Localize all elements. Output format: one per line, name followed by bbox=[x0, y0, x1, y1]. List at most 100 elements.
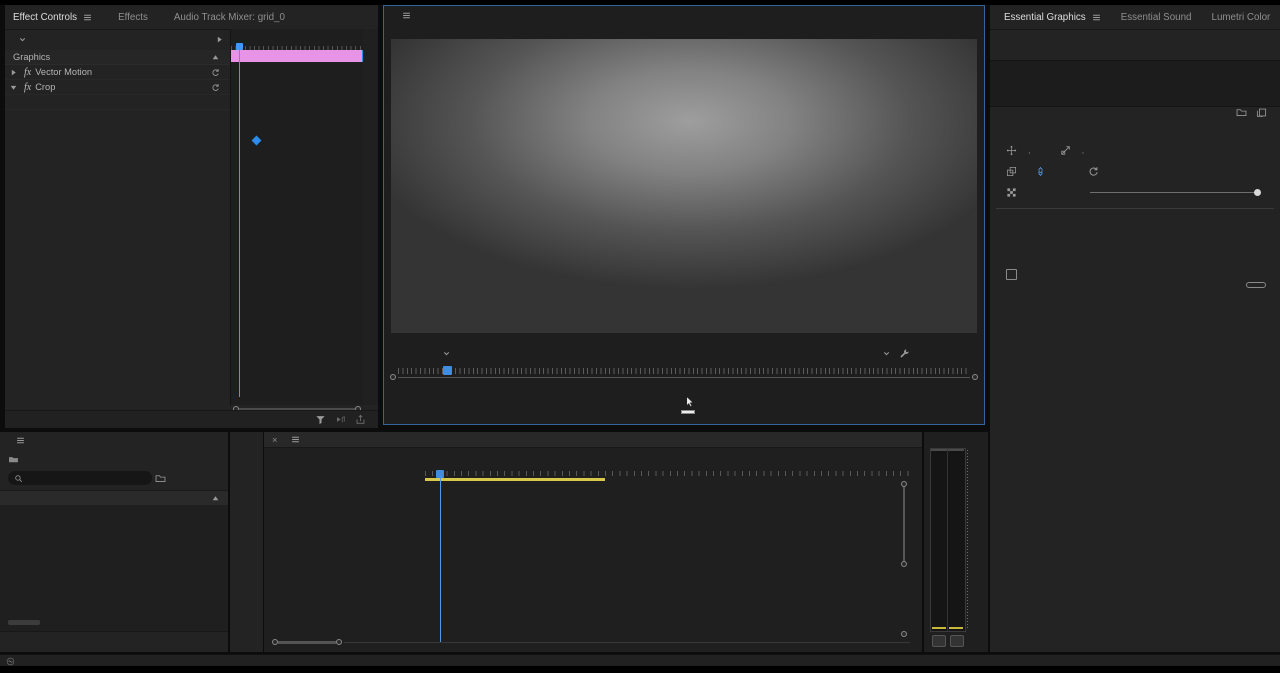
channel-divider bbox=[947, 449, 948, 631]
level-right bbox=[949, 627, 963, 629]
program-monitor-panel bbox=[383, 5, 985, 425]
panel-menu-icon[interactable] bbox=[291, 435, 300, 444]
scrub-handle-left[interactable] bbox=[390, 374, 396, 380]
work-area-bar[interactable] bbox=[425, 478, 605, 481]
tab-effects[interactable]: Effects bbox=[118, 12, 148, 23]
project-panel bbox=[0, 432, 228, 652]
new-bin-icon[interactable] bbox=[155, 473, 166, 484]
bin-icon bbox=[8, 454, 19, 465]
effect-controls-timeline bbox=[230, 29, 364, 405]
ruler-ticks bbox=[425, 471, 909, 476]
panel-menu-icon[interactable] bbox=[402, 11, 411, 20]
meter-cap-left bbox=[931, 449, 947, 451]
roll-row bbox=[990, 267, 1280, 281]
vertical-scrollbar[interactable] bbox=[903, 486, 905, 564]
scrubber-track[interactable] bbox=[398, 377, 970, 378]
effect-row-vector-motion[interactable]: fxVector Motion bbox=[5, 65, 230, 80]
audio-meter[interactable] bbox=[930, 448, 966, 632]
hscroll-track[interactable] bbox=[344, 642, 910, 643]
reset-icon[interactable] bbox=[211, 68, 220, 77]
opacity-icon[interactable] bbox=[1006, 187, 1017, 198]
effect-timeline-ruler[interactable] bbox=[231, 29, 364, 51]
project-title-row bbox=[8, 436, 25, 445]
graphics-layer-list bbox=[990, 60, 1280, 107]
panel-menu-icon[interactable] bbox=[16, 436, 25, 445]
meter-cap-right bbox=[948, 449, 964, 451]
tab-audio-track-mixer-grid-0[interactable]: Audio Track Mixer: grid_0 bbox=[174, 12, 285, 23]
section-header-graphics[interactable]: Graphics bbox=[5, 50, 230, 65]
project-search-input[interactable] bbox=[8, 471, 152, 485]
tab-effect-controls[interactable]: Effect Controls bbox=[13, 12, 92, 23]
vscroll-handle-audio[interactable] bbox=[901, 631, 907, 637]
effect-controls-tabbar: Effect Controls Effects Audio Track Mixer:… bbox=[5, 5, 378, 30]
timeline-playhead-line[interactable] bbox=[440, 476, 441, 642]
tab-label: Essential Sound bbox=[1121, 12, 1192, 23]
scale-icon[interactable] bbox=[1006, 166, 1017, 177]
tab-essential-sound[interactable]: Essential Sound bbox=[1121, 12, 1192, 23]
scrub-handle-right[interactable] bbox=[972, 374, 978, 380]
timeline-ruler[interactable] bbox=[425, 456, 909, 478]
settings-wrench-icon[interactable] bbox=[899, 348, 910, 359]
opacity-slider[interactable] bbox=[1090, 192, 1258, 193]
anchor-point-icon[interactable] bbox=[1060, 145, 1071, 156]
tab-label: Effect Controls bbox=[13, 12, 77, 23]
export-icon[interactable] bbox=[355, 414, 366, 425]
solo-right-button[interactable] bbox=[950, 635, 964, 647]
roll-checkbox[interactable] bbox=[1006, 269, 1017, 280]
vscroll-handle-top[interactable] bbox=[901, 481, 907, 487]
effect-properties-list: GraphicsfxVector Motion fx Crop bbox=[5, 50, 230, 110]
opacity-slider-knob[interactable] bbox=[1254, 189, 1261, 196]
tri-right-icon[interactable] bbox=[9, 68, 18, 77]
filter-icon[interactable] bbox=[315, 414, 326, 425]
menu-icon[interactable] bbox=[1092, 13, 1101, 22]
close-icon[interactable]: × bbox=[272, 435, 277, 445]
play-audio-icon[interactable] bbox=[335, 414, 346, 425]
tools-panel bbox=[230, 432, 263, 652]
panel-overflow-icon[interactable] bbox=[215, 35, 224, 44]
reset-icon[interactable] bbox=[211, 83, 220, 92]
program-scrubber[interactable] bbox=[390, 366, 978, 384]
meter-tick-column bbox=[967, 450, 968, 630]
creative-cloud-icon[interactable] bbox=[6, 657, 15, 666]
tab-label: Essential Graphics bbox=[1004, 12, 1086, 23]
fx-icon: fx bbox=[24, 82, 31, 93]
tab-lumetri-color[interactable]: Lumetri Color bbox=[1212, 12, 1271, 23]
new-layer-icon[interactable] bbox=[1256, 107, 1267, 118]
link-scale-icon[interactable] bbox=[1035, 166, 1046, 177]
tab-label: Lumetri Color bbox=[1212, 12, 1271, 23]
graphic-clip-bar[interactable] bbox=[231, 50, 364, 62]
effect-row-crop[interactable]: fx Crop bbox=[5, 80, 230, 95]
playhead-line[interactable] bbox=[239, 43, 240, 397]
program-playhead[interactable] bbox=[443, 366, 452, 375]
outro-duration-row bbox=[990, 251, 1280, 265]
folder-icon[interactable] bbox=[1236, 107, 1247, 118]
position-anchor-row: , , bbox=[990, 143, 1280, 157]
vscroll-handle-bottom[interactable] bbox=[901, 561, 907, 567]
menu-icon[interactable] bbox=[83, 13, 92, 22]
sequence-tab[interactable]: × bbox=[264, 432, 922, 448]
chevron-down-icon[interactable] bbox=[18, 35, 27, 44]
tab-essential-graphics[interactable]: Essential Graphics bbox=[1004, 12, 1101, 23]
solo-left-button[interactable] bbox=[932, 635, 946, 647]
hscroll-thumb[interactable] bbox=[278, 641, 336, 644]
rotation-icon[interactable] bbox=[1088, 166, 1099, 177]
search-icon bbox=[14, 474, 23, 483]
sort-ascending-icon[interactable] bbox=[211, 494, 220, 503]
effect-controls-footer bbox=[5, 410, 378, 428]
list-hscrollbar[interactable] bbox=[8, 620, 40, 625]
divider bbox=[996, 208, 1274, 209]
effect-name: Crop bbox=[35, 82, 55, 92]
tri-up-icon[interactable] bbox=[211, 53, 220, 62]
program-video-frame[interactable] bbox=[391, 39, 977, 333]
position-icon[interactable] bbox=[1006, 145, 1017, 156]
typewriter-text-overlay bbox=[511, 151, 674, 229]
keyframe-diamond-icon[interactable] bbox=[252, 136, 262, 146]
tri-down-icon[interactable] bbox=[9, 83, 18, 92]
audio-meters-panel bbox=[924, 432, 988, 652]
chevron-down-icon[interactable] bbox=[442, 349, 451, 358]
hscroll-handle-right[interactable] bbox=[336, 639, 342, 645]
project-breadcrumb bbox=[8, 454, 27, 465]
mouse-cursor-icon bbox=[684, 396, 695, 407]
show-in-text-panel-button[interactable] bbox=[1246, 282, 1266, 288]
chevron-down-icon[interactable] bbox=[882, 349, 891, 358]
